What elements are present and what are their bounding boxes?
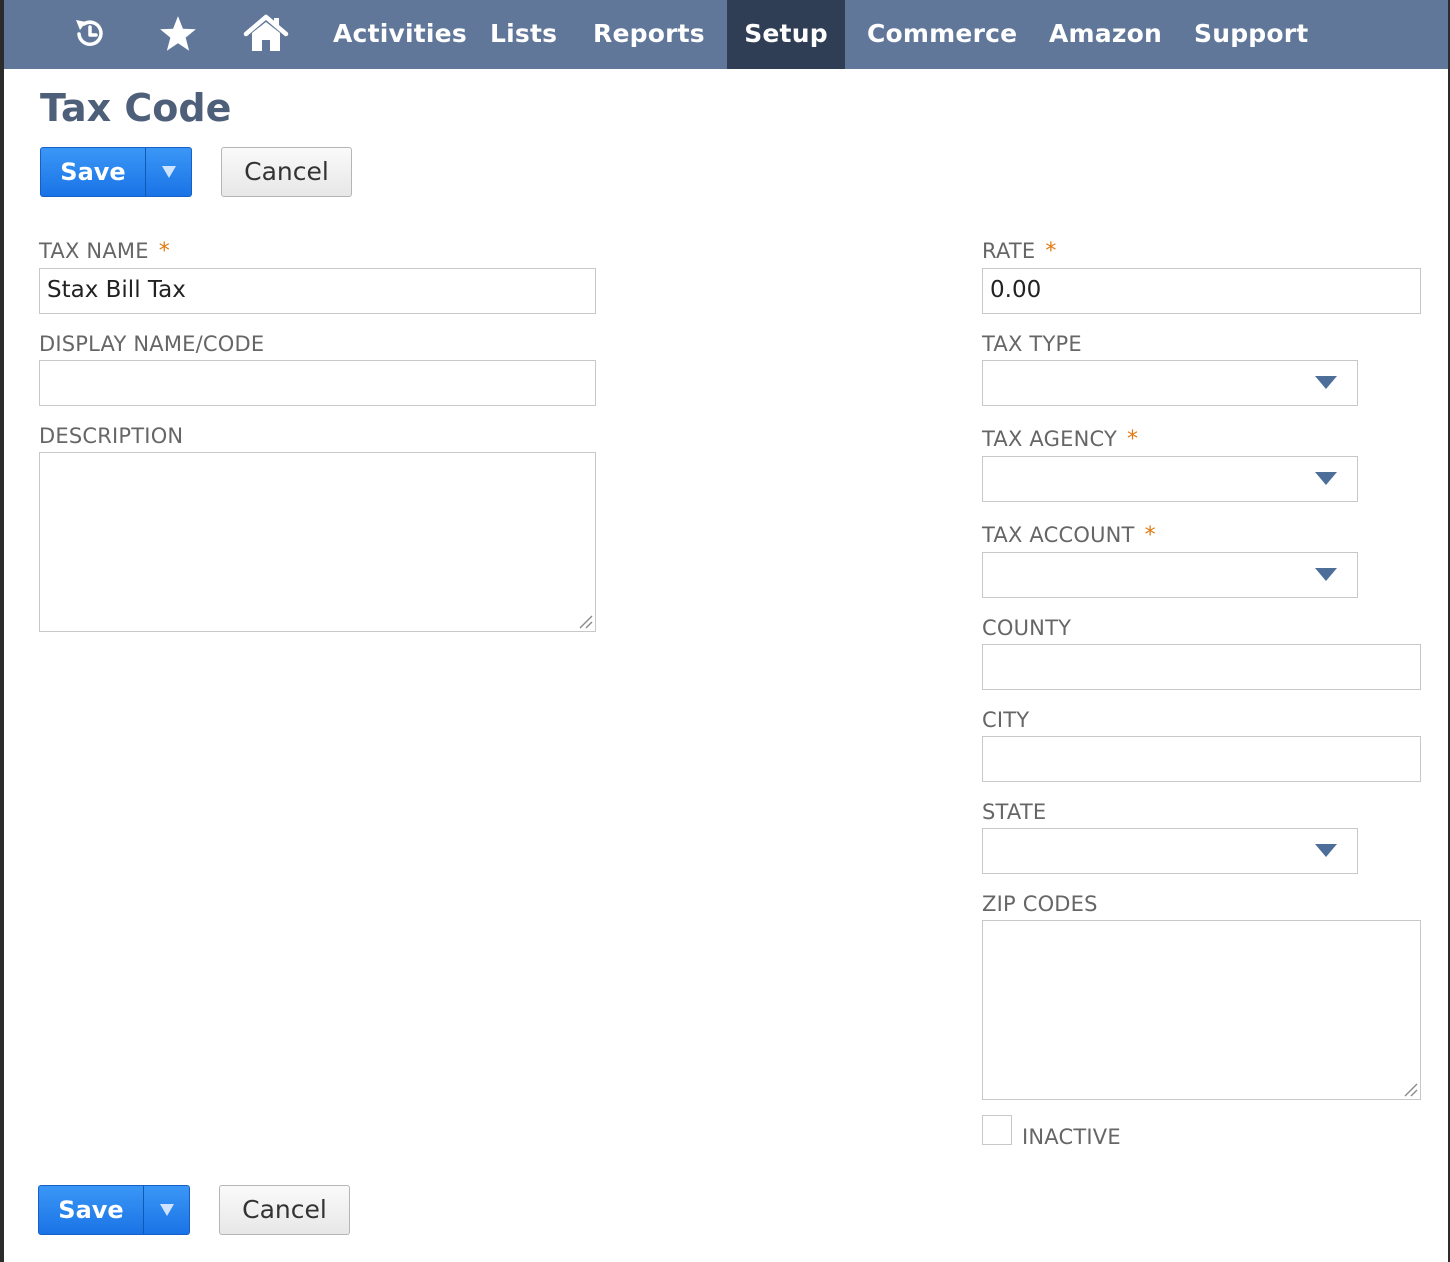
- window-left-edge: [0, 0, 4, 1262]
- county-label: COUNTY: [982, 616, 1072, 640]
- city-label: CITY: [982, 708, 1030, 732]
- dropdown-arrow-icon: [1315, 376, 1337, 389]
- caret-down-icon: [162, 166, 176, 178]
- inactive-label: INACTIVE: [1022, 1125, 1121, 1149]
- nav-commerce[interactable]: Commerce: [867, 0, 1017, 69]
- favorites-star-icon[interactable]: [154, 10, 202, 58]
- nav-lists[interactable]: Lists: [490, 0, 557, 69]
- tax-account-label: TAX ACCOUNT *: [982, 523, 1156, 548]
- tax-name-label: TAX NAME *: [39, 239, 170, 264]
- nav-setup[interactable]: Setup: [727, 0, 845, 69]
- state-label: STATE: [982, 800, 1047, 824]
- description-textarea[interactable]: [39, 452, 596, 632]
- description-label: DESCRIPTION: [39, 424, 184, 448]
- required-indicator: *: [1127, 427, 1139, 452]
- home-icon[interactable]: [242, 10, 290, 58]
- cancel-button-top[interactable]: Cancel: [221, 147, 352, 197]
- tax-type-select[interactable]: [982, 360, 1358, 406]
- zip-codes-textarea[interactable]: [982, 920, 1421, 1100]
- save-options-dropdown[interactable]: [146, 148, 192, 196]
- nav-activities[interactable]: Activities: [333, 0, 467, 69]
- save-button-label: Save: [60, 158, 126, 186]
- page-title: Tax Code: [40, 86, 232, 130]
- required-indicator: *: [1144, 523, 1156, 548]
- tax-type-label: TAX TYPE: [982, 332, 1082, 356]
- top-navigation-bar: Activities Lists Reports Setup Commerce …: [4, 0, 1448, 69]
- tax-account-select[interactable]: [982, 552, 1358, 598]
- zip-codes-label: ZIP CODES: [982, 892, 1098, 916]
- required-indicator: *: [1045, 239, 1057, 264]
- resize-grip-icon[interactable]: [577, 613, 593, 629]
- nav-reports[interactable]: Reports: [593, 0, 705, 69]
- dropdown-arrow-icon: [1315, 472, 1337, 485]
- nav-amazon[interactable]: Amazon: [1049, 0, 1162, 69]
- rate-input[interactable]: 0.00: [982, 268, 1421, 314]
- rate-label: RATE *: [982, 239, 1057, 264]
- tax-agency-label: TAX AGENCY *: [982, 427, 1139, 452]
- tax-name-input[interactable]: Stax Bill Tax: [39, 268, 596, 314]
- resize-grip-icon[interactable]: [1402, 1081, 1418, 1097]
- save-options-dropdown[interactable]: [144, 1186, 190, 1234]
- required-indicator: *: [158, 239, 170, 264]
- save-button-bottom[interactable]: Save: [38, 1185, 190, 1235]
- inactive-checkbox[interactable]: [982, 1115, 1012, 1145]
- nav-support[interactable]: Support: [1194, 0, 1308, 69]
- display-name-code-input[interactable]: [39, 360, 596, 406]
- dropdown-arrow-icon: [1315, 568, 1337, 581]
- caret-down-icon: [160, 1204, 174, 1216]
- tax-agency-select[interactable]: [982, 456, 1358, 502]
- dropdown-arrow-icon: [1315, 844, 1337, 857]
- save-button-label: Save: [58, 1196, 124, 1224]
- cancel-button-bottom[interactable]: Cancel: [219, 1185, 350, 1235]
- city-input[interactable]: [982, 736, 1421, 782]
- save-button-top[interactable]: Save: [40, 147, 192, 197]
- state-select[interactable]: [982, 828, 1358, 874]
- display-name-code-label: DISPLAY NAME/CODE: [39, 332, 265, 356]
- county-input[interactable]: [982, 644, 1421, 690]
- recent-history-icon[interactable]: [66, 10, 114, 58]
